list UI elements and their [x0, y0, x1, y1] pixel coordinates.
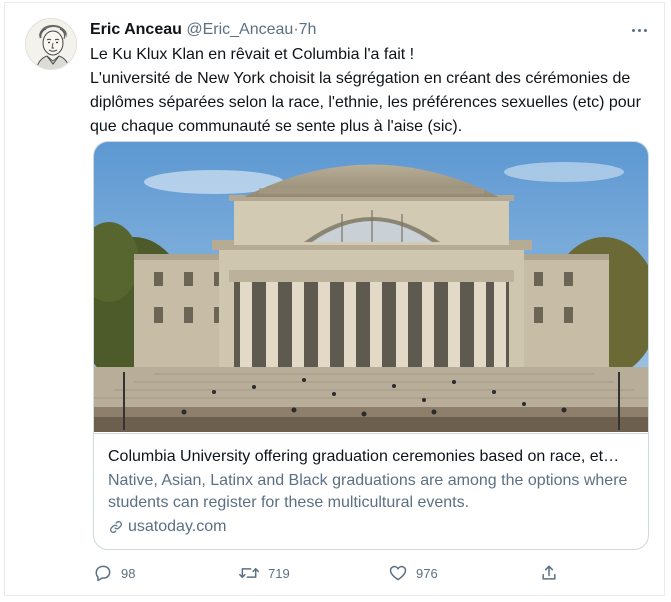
heart-icon	[389, 565, 407, 581]
like-button[interactable]: 976	[388, 561, 438, 585]
like-count: 976	[416, 565, 438, 581]
reply-count: 98	[121, 565, 136, 581]
share-button[interactable]	[539, 561, 559, 585]
tweet[interactable]: Eric Anceau @Eric_Anceau·7h Le Ku Klux K…	[4, 2, 665, 596]
more-options-icon[interactable]	[628, 19, 650, 41]
retweet-count: 719	[268, 565, 290, 581]
avatar[interactable]	[25, 18, 77, 70]
tweet-header: Eric Anceau @Eric_Anceau·7h	[90, 19, 644, 41]
tweet-line: L'université de New York choisit la ségr…	[90, 70, 641, 135]
tweet-actions: 98 719 976	[93, 561, 563, 585]
share-icon	[542, 565, 556, 580]
reply-button[interactable]: 98	[93, 561, 135, 585]
tweet-text: Le Ku Klux Klan en rêvait et Columbia l'…	[90, 43, 655, 139]
link-card[interactable]: Columbia University offering graduation …	[93, 141, 649, 550]
tweet-timestamp[interactable]: 7h	[299, 21, 317, 38]
card-domain-text: usatoday.com	[128, 518, 227, 535]
retweet-button[interactable]: 719	[238, 561, 290, 585]
tweet-line: Le Ku Klux Klan en rêvait et Columbia l'…	[90, 46, 415, 63]
card-title: Columbia University offering graduation …	[108, 448, 620, 465]
card-body: Columbia University offering graduation …	[94, 433, 648, 549]
author-name[interactable]: Eric Anceau	[90, 21, 182, 38]
link-icon	[110, 521, 122, 533]
reply-icon	[95, 565, 111, 582]
author-handle[interactable]: @Eric_Anceau	[186, 21, 293, 38]
retweet-icon	[239, 568, 259, 578]
card-image-columbia-library	[94, 142, 648, 432]
avatar-portrait-sketch	[26, 19, 76, 69]
card-domain: usatoday.com	[108, 516, 634, 538]
card-description: Native, Asian, Latinx and Black graduati…	[108, 472, 628, 511]
